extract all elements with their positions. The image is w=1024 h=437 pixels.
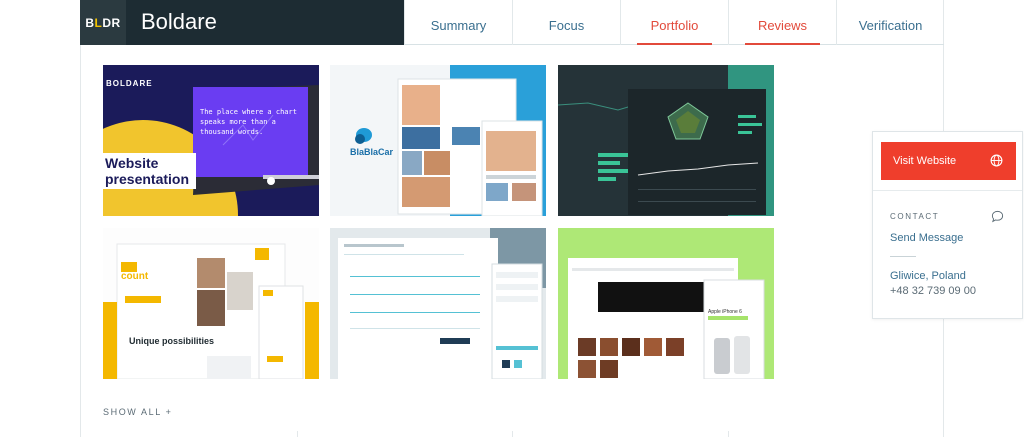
portfolio-thumbnail: [558, 65, 774, 216]
portfolio-thumbnail: [355, 65, 546, 216]
globe-icon: [990, 154, 1003, 167]
divider: [873, 190, 1022, 191]
tile-product: Apple iPhone 6: [708, 309, 742, 315]
send-message-link[interactable]: Send Message: [890, 232, 963, 244]
tile-brand: BlaBlaCar: [350, 147, 394, 157]
tab-summary[interactable]: Summary: [404, 0, 512, 45]
profile-header: B L DR Boldare Summary Focus Portfolio Rev…: [80, 0, 944, 45]
short-divider: [890, 256, 916, 257]
tile-brand: count: [121, 271, 149, 282]
contact-heading: CONTACT: [890, 212, 940, 221]
tile-headline-2: presentation: [105, 171, 190, 187]
portfolio-item-blablacar[interactable]: BlaBlaCar: [330, 65, 546, 216]
tile-screen-text: The place where a chart speaks more than…: [200, 108, 297, 136]
portfolio-item-shop[interactable]: Apple iPhone 6: [558, 228, 774, 379]
tab-reviews[interactable]: Reviews: [728, 0, 836, 45]
portfolio-item-website-presentation[interactable]: BOLDARE The place where a chart speaks m…: [103, 65, 319, 216]
tile-brand: BOLDARE: [106, 79, 153, 88]
tile-headline-1: Website: [105, 155, 159, 171]
contact-sidebar: Visit Website CONTACT Send Message Gliwi…: [872, 131, 1023, 319]
company-logo[interactable]: B L DR: [80, 0, 126, 45]
phone-number[interactable]: +48 32 739 09 00: [890, 285, 976, 297]
portfolio-thumbnail: [558, 228, 774, 379]
chat-bubble-icon[interactable]: [991, 210, 1004, 223]
tab-portfolio[interactable]: Portfolio: [620, 0, 728, 45]
location-text: Gliwice, Poland: [890, 270, 966, 282]
visit-website-button[interactable]: Visit Website: [881, 142, 1016, 180]
show-all-link[interactable]: SHOW ALL +: [103, 407, 172, 417]
tab-verification[interactable]: Verification: [836, 0, 944, 45]
company-name: Boldare: [141, 9, 217, 34]
portfolio-thumbnail: [330, 228, 546, 379]
portfolio-item-count[interactable]: count Unique possibilities: [103, 228, 319, 379]
portfolio-item-booking[interactable]: [330, 228, 546, 379]
visit-website-label: Visit Website: [893, 155, 957, 167]
brand-block: B L DR Boldare: [80, 0, 404, 45]
tab-focus[interactable]: Focus: [512, 0, 620, 45]
profile-tabs: Summary Focus Portfolio Reviews Verifica…: [404, 0, 944, 45]
tile-headline: Unique possibilities: [129, 336, 215, 346]
portfolio-thumbnail: [103, 228, 319, 379]
portfolio-item-dashboard[interactable]: [558, 65, 774, 216]
